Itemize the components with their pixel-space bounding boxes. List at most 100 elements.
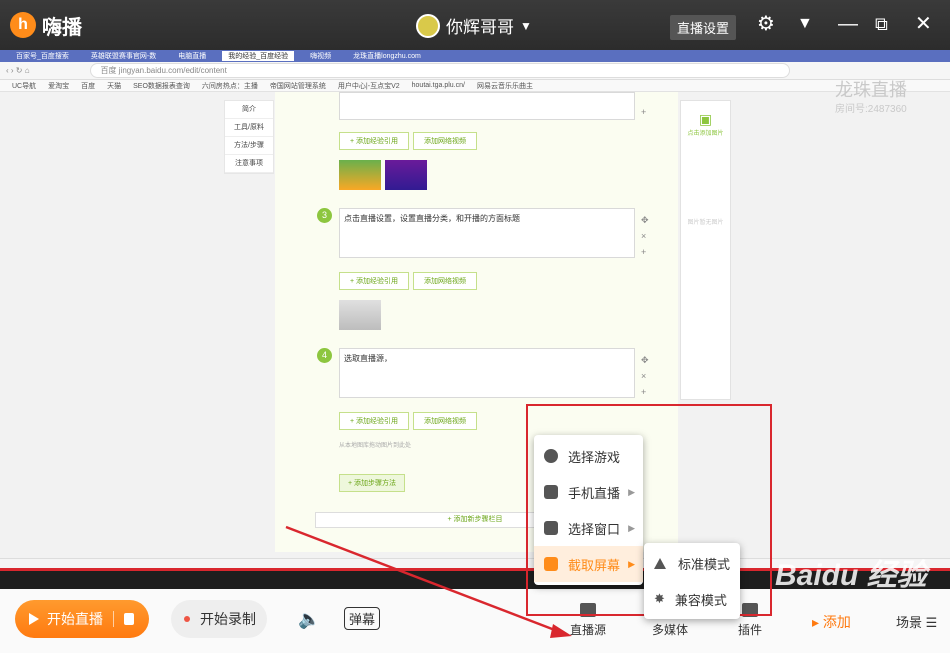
url-prefix: 百度: [100, 66, 117, 75]
chevron-right-icon: ▶: [628, 522, 635, 533]
record-dot-icon: [184, 616, 190, 622]
nav-icons: ‹ › ↻ ⌂: [6, 66, 30, 75]
step-text: 点击直播设置，设置直播分类，和开播的方面标题: [339, 208, 635, 258]
lock-icon[interactable]: [124, 613, 134, 625]
longzhu-watermark: 龙珠直播 房间号:2487360: [835, 80, 907, 120]
add-exp-ref: + 添加经验引用: [339, 272, 410, 290]
browser-tabs: 百家号_百度搜索 英雄联盟赛事官网-数 电脑直播 我的经验_百度经验 嗨视频 龙…: [0, 50, 950, 62]
menu-label: 截取屏幕: [568, 557, 621, 573]
pacman-icon: [544, 449, 558, 463]
menu-notes: 注意事项: [225, 155, 273, 173]
browser-tab: 我的经验_百度经验: [222, 51, 295, 61]
bookmark: UC导航: [12, 82, 37, 90]
step-4: 4 选取直播源，: [317, 348, 635, 398]
step-text: 选取直播源，: [339, 348, 635, 398]
menu-label: 选择窗口: [568, 521, 621, 537]
add-exp-ref: + 添加经验引用: [339, 412, 410, 430]
menu-select-window[interactable]: 选择窗口 ▶: [534, 510, 643, 546]
start-live-button[interactable]: 开始直播: [15, 600, 149, 638]
minimize-icon[interactable]: —: [838, 14, 858, 34]
menu-select-game[interactable]: 选择游戏: [534, 438, 643, 474]
app-logo: h 嗨播: [10, 11, 82, 40]
chevron-down-icon: ▼: [520, 18, 532, 33]
add-label: 添加: [822, 614, 851, 630]
title-bar: h 嗨播 你辉哥哥 ▼ 直播设置 ⚙ ▼ — ⧉ ✕: [0, 0, 950, 50]
menu-label: 手机直播: [568, 485, 621, 501]
editor-left-menu: 简介 工具/原料 方法/步骤 注意事项: [224, 100, 274, 174]
menu-tools: 工具/原料: [225, 119, 273, 137]
baidu-watermark: Baidu 经验: [775, 559, 927, 592]
bookmark: 百度: [81, 82, 96, 90]
watermark-title: 龙珠直播: [835, 80, 907, 100]
gear-icon[interactable]: ⚙: [757, 14, 775, 34]
menu-compat-mode[interactable]: ✸ 兼容模式: [644, 581, 740, 617]
image-panel-label: 点击添加图片: [687, 131, 724, 137]
danmu-button[interactable]: 弹幕: [344, 607, 381, 630]
bookmark: 用户中心|-互点宝V2: [337, 82, 400, 90]
phone-icon: [544, 485, 558, 499]
add-web-video: 添加网络视频: [413, 412, 478, 430]
dropdown-icon[interactable]: ▼: [797, 14, 813, 34]
bookmark: 六间房热点：主播: [201, 82, 258, 90]
watermark-room: 房间号:2487360: [835, 104, 907, 115]
step-number: 3: [317, 208, 332, 223]
bookmark: 天猫: [107, 82, 122, 90]
add-web-video: 添加网络视频: [413, 272, 478, 290]
menu-intro: 简介: [225, 101, 273, 119]
user-name: 你辉哥哥: [446, 18, 514, 37]
step-number: 4: [317, 348, 332, 363]
chevron-right-icon: ▶: [628, 558, 635, 569]
step-ops: ✥ × +: [641, 215, 649, 257]
browser-tab: 龙珠直播longzhu.com: [353, 53, 421, 60]
thumbnail: [339, 160, 381, 190]
bookmark: 帝国网站管理系统: [269, 82, 326, 90]
popout-icon[interactable]: ⧉: [875, 14, 888, 34]
bookmark: 爱淘宝: [48, 82, 70, 90]
step-ops: ✥ × +: [641, 355, 649, 397]
start-record-label: 开始录制: [200, 611, 256, 627]
user-menu[interactable]: 你辉哥哥 ▼: [416, 13, 532, 38]
image-panel-note: 图片暂无图片: [687, 220, 724, 226]
close-icon[interactable]: ✕: [915, 14, 932, 34]
app-name: 嗨播: [42, 16, 82, 39]
browser-address-bar: ‹ › ↻ ⌂ 百度 jingyan.baidu.com/edit/conten…: [0, 62, 950, 80]
add-step-button: + 添加步骤方法: [339, 474, 406, 492]
step-box-prev: [339, 92, 635, 120]
menu-label: 兼容模式: [674, 592, 727, 608]
browser-tab: 英雄联盟赛事官网-数: [90, 53, 157, 60]
source-menu: 选择游戏 手机直播 ▶ 选择窗口 ▶ 截取屏幕 ▶: [534, 435, 643, 585]
menu-label: 标准模式: [678, 556, 731, 572]
menu-capture-screen[interactable]: 截取屏幕 ▶: [534, 546, 643, 582]
live-settings-button[interactable]: 直播设置: [670, 15, 737, 40]
star-icon: ✸: [654, 591, 665, 606]
menu-mobile-live[interactable]: 手机直播 ▶: [534, 474, 643, 510]
menu-steps: 方法/步骤: [225, 137, 273, 155]
browser-tab: 电脑直播: [178, 53, 207, 60]
live-source-label: 直播源: [569, 623, 606, 637]
play-icon: [29, 613, 39, 625]
add-button[interactable]: ▸ 添加: [812, 612, 851, 632]
scene-button[interactable]: 场景 ☰: [896, 612, 937, 631]
thumbnail: [385, 160, 427, 190]
drag-hint: 从本地图库拖动图片到此处: [339, 443, 412, 449]
volume-icon[interactable]: 🔈: [298, 609, 320, 630]
bookmark: houtai.tga.plu.cn/: [411, 82, 465, 89]
start-record-button[interactable]: 开始录制: [171, 600, 267, 638]
menu-standard-mode[interactable]: 标准模式: [644, 545, 740, 581]
browser-tab: 百家号_百度搜索: [16, 53, 69, 60]
start-live-label: 开始直播: [47, 611, 103, 627]
url-text: jingyan.baidu.com/edit/content: [118, 66, 227, 75]
bookmark: 网易云音乐乐曲主: [476, 82, 533, 90]
browser-tab: 嗨视频: [310, 53, 332, 60]
multimedia-label: 多媒体: [651, 623, 688, 637]
logo-icon: h: [10, 12, 36, 38]
scene-label: 场景: [896, 615, 923, 630]
plugin-label: 插件: [737, 623, 762, 637]
add-exp-ref: + 添加经验引用: [339, 132, 410, 150]
chevron-right-icon: ▶: [628, 486, 635, 497]
image-icon: ▣: [698, 111, 713, 127]
triangle-icon: [654, 557, 666, 569]
add-web-video: 添加网络视频: [413, 132, 478, 150]
url-field: 百度 jingyan.baidu.com/edit/content: [89, 63, 790, 78]
bookmark: SEO数据报表查询: [133, 82, 190, 90]
